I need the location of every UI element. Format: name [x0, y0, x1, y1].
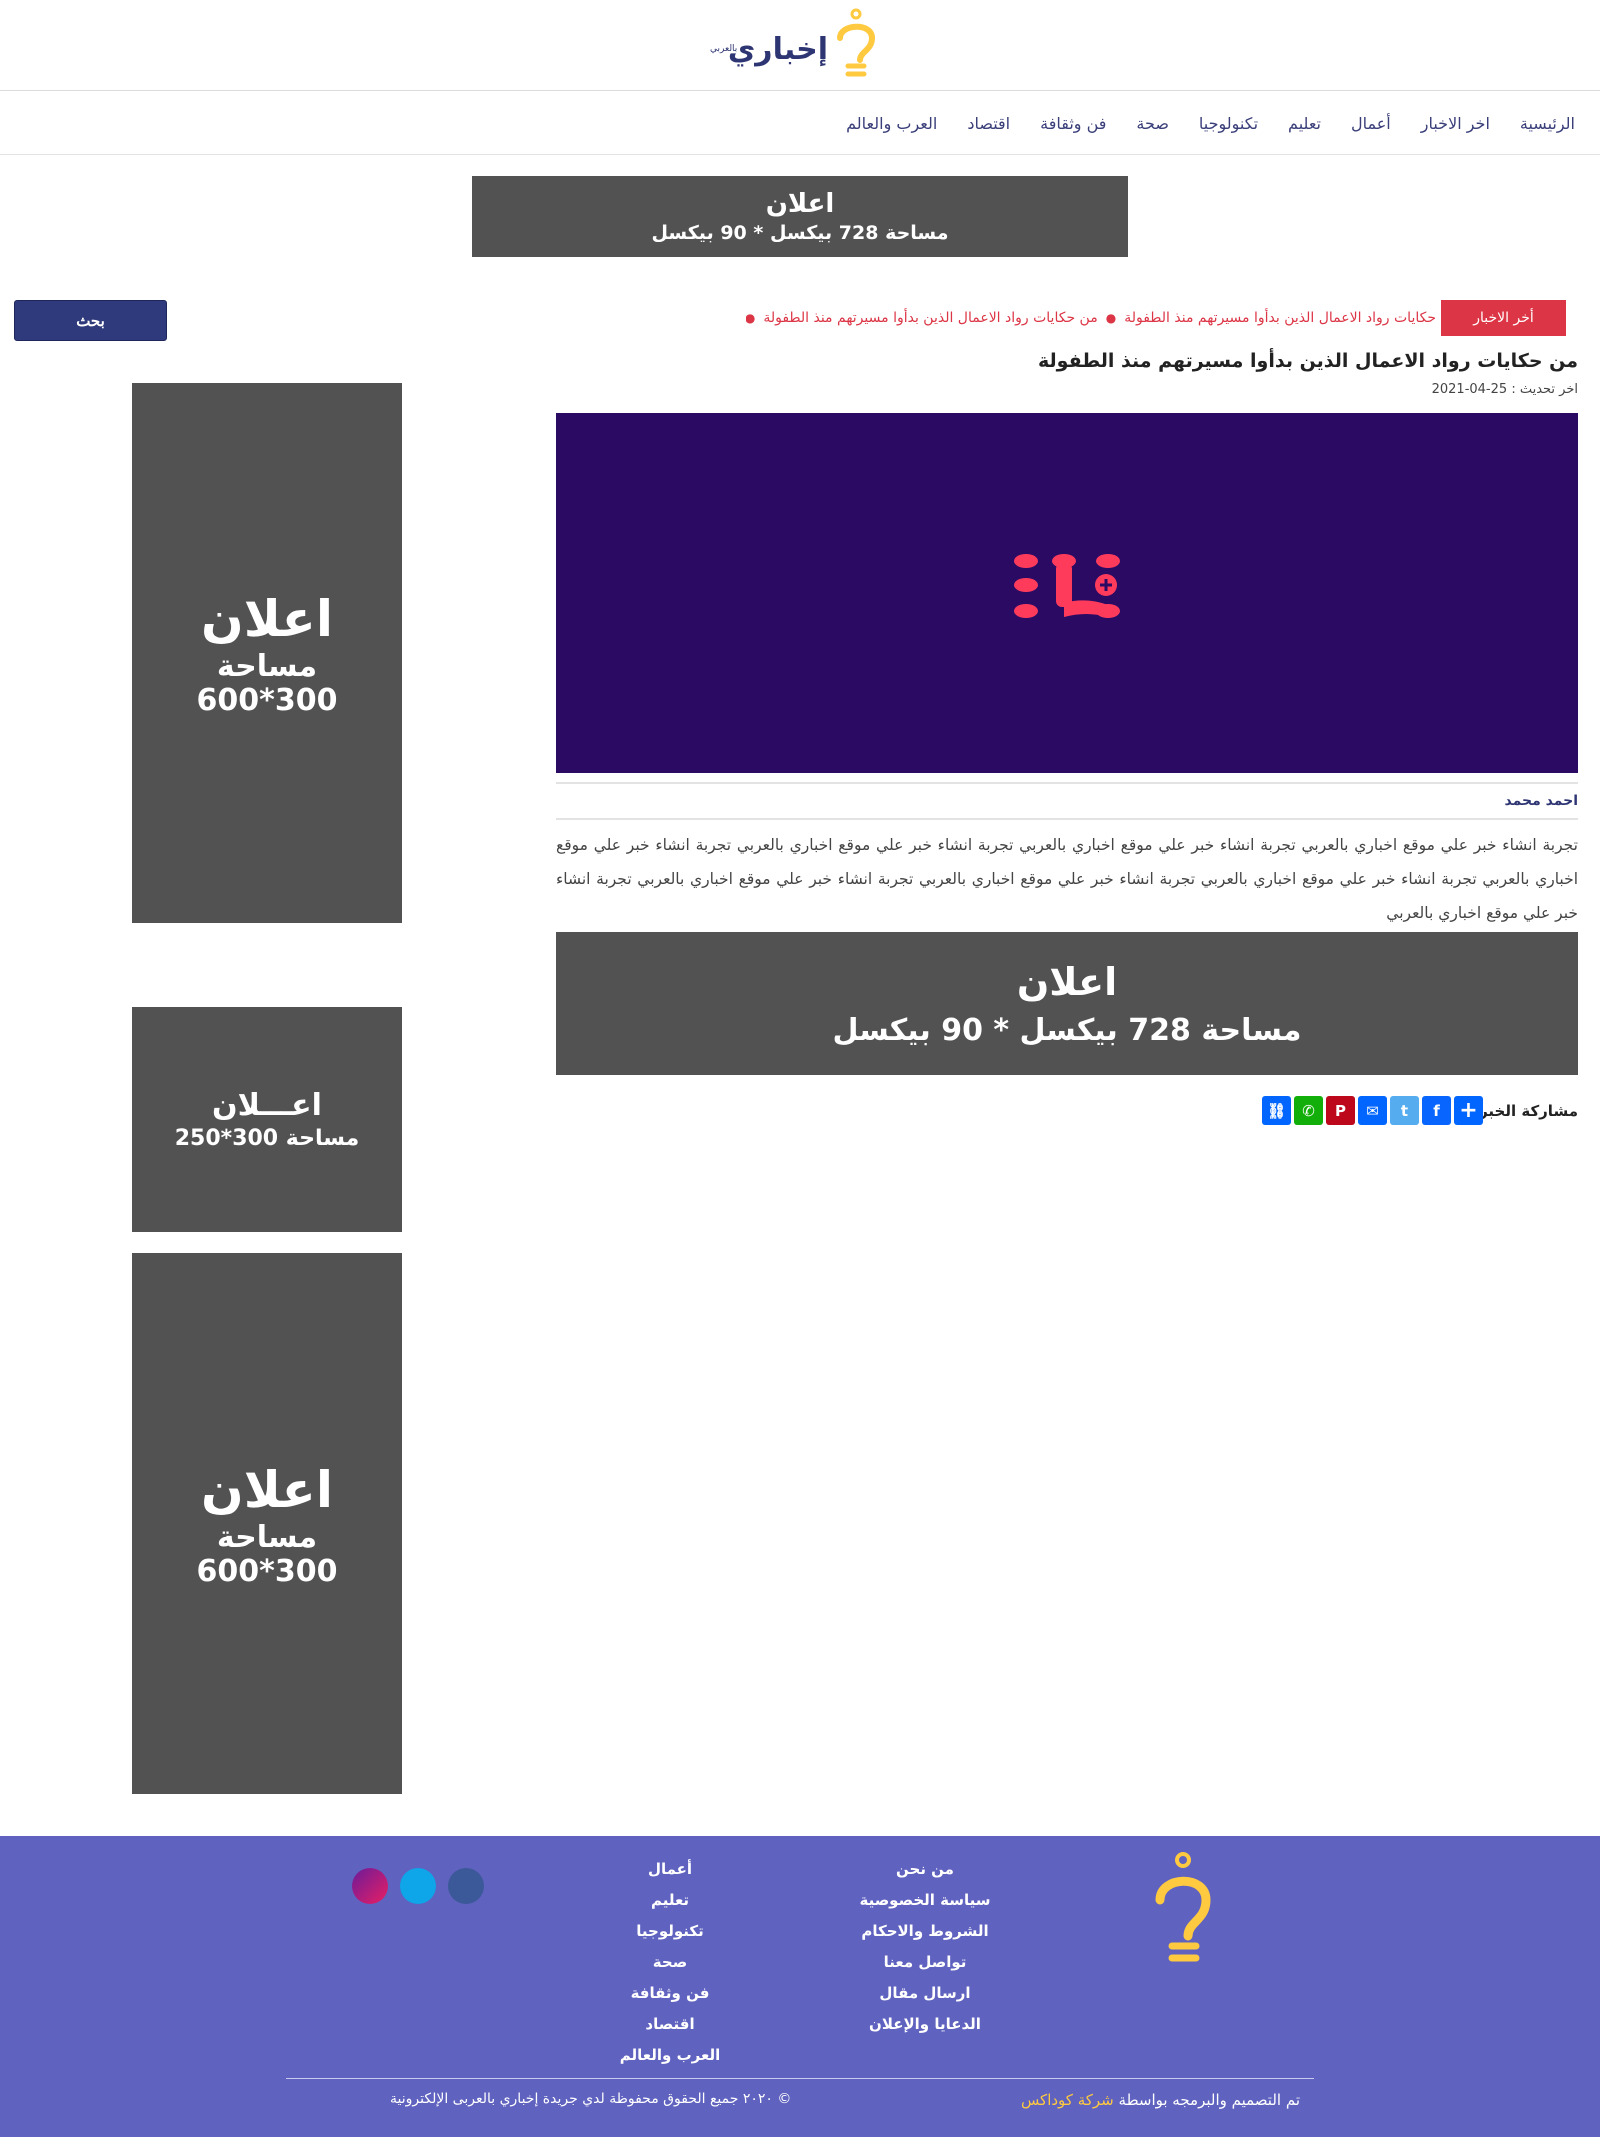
footer-link-submit-article[interactable]: ارسال مقال: [830, 1978, 1020, 2009]
ad-banner-middle[interactable]: اعلان مساحة 728 بيكسل * 90 بيكسل: [556, 932, 1578, 1075]
whatsapp-icon[interactable]: ✆: [1294, 1096, 1323, 1125]
author-bar: احمد محمد: [556, 782, 1578, 820]
ad-size: 600*300: [196, 683, 338, 718]
nav-item-economy[interactable]: اقتصاد: [952, 114, 1025, 133]
email-icon[interactable]: ✉: [1358, 1096, 1387, 1125]
twitter-icon[interactable]: t: [1390, 1096, 1419, 1125]
footer-link-privacy[interactable]: سياسة الخصوصية: [830, 1885, 1020, 1916]
news-ticker: أخر الاخبار حكايات رواد الاعمال الذين بد…: [745, 300, 1566, 336]
copy-link-icon[interactable]: ⛓: [1262, 1096, 1291, 1125]
footer-link-advertising[interactable]: الدعايا والإعلان: [830, 2009, 1020, 2040]
gamepad-logo-icon: [1014, 554, 1120, 618]
social-links: [352, 1868, 496, 1904]
article-date: اخر تحديث : 2021-04-25: [556, 381, 1578, 399]
credit-prefix: تم التصميم والبرمجه بواسطة: [1118, 2091, 1300, 2109]
nav-item-education[interactable]: تعليم: [1273, 114, 1336, 133]
ad-size: 600*300: [196, 1553, 338, 1589]
nav-item-technology[interactable]: تكنولوجيا: [1184, 114, 1273, 133]
instagram-icon[interactable]: [352, 1868, 388, 1904]
ticker-label: أخر الاخبار: [1441, 300, 1566, 336]
site-logo[interactable]: بالعربي إخباري: [710, 8, 880, 84]
share-label: مشاركة الخبر :: [1467, 1102, 1578, 1120]
ticker-item[interactable]: من حكايات رواد الاعمال الذين بدأوا مسيرت…: [763, 310, 1097, 326]
article-hero-image: [556, 413, 1578, 773]
ad-size: مساحة 728 بيكسل * 90 بيكسل: [832, 1012, 1302, 1048]
footer-link-education[interactable]: تعليم: [580, 1885, 760, 1916]
lightbulb-logo-icon: [1155, 1852, 1211, 1962]
more-share-icon[interactable]: +: [1454, 1096, 1483, 1125]
article-body: تجربة انشاء خبر علي موقع اخباري بالعربي …: [556, 836, 1578, 922]
footer-link-art-culture[interactable]: فن وثقافة: [580, 1978, 760, 2009]
nav-item-arab-world[interactable]: العرب والعالم: [831, 114, 952, 133]
date-value: 2021-04-25: [1431, 382, 1508, 397]
ad-sidebar-tall-2[interactable]: اعلان مساحة 600*300: [132, 1253, 402, 1794]
pinterest-icon[interactable]: P: [1326, 1096, 1355, 1125]
ticker-separator-icon: ●: [1105, 311, 1117, 325]
ad-title: اعلان: [201, 1460, 333, 1519]
ticker-items: حكايات رواد الاعمال الذين بدأوا مسيرتهم …: [746, 300, 1436, 336]
footer-links-categories: أعمال تعليم تكنولوجيا صحة فن وثقافة اقتص…: [580, 1854, 760, 2071]
footer-link-business[interactable]: أعمال: [580, 1854, 760, 1885]
footer-link-about[interactable]: من نحن: [830, 1854, 1020, 1885]
footer-link-technology[interactable]: تكنولوجيا: [580, 1916, 760, 1947]
footer-link-arab-world[interactable]: العرب والعالم: [580, 2040, 760, 2071]
article: من حكايات رواد الاعمال الذين بدأوا مسيرت…: [556, 345, 1578, 922]
logo-text: إخباري: [727, 32, 828, 67]
ticker-item[interactable]: حكايات رواد الاعمال الذين بدأوا مسيرتهم …: [1124, 310, 1436, 326]
ad-size-label: مساحة: [216, 649, 318, 684]
ad-sidebar-square[interactable]: اعـــلان مساحة 300*250: [132, 1007, 402, 1232]
article-title: من حكايات رواد الاعمال الذين بدأوا مسيرت…: [1038, 350, 1578, 372]
nav-item-home[interactable]: الرئيسية: [1505, 114, 1590, 133]
footer-links-pages: من نحن سياسة الخصوصية الشروط والاحكام تو…: [830, 1854, 1020, 2040]
footer-link-economy[interactable]: اقتصاد: [580, 2009, 760, 2040]
ad-size: مساحة 300*250: [174, 1125, 360, 1151]
facebook-icon[interactable]: f: [1422, 1096, 1451, 1125]
ad-title: اعلان: [1016, 959, 1118, 1004]
date-label: اخر تحديث :: [1511, 382, 1578, 397]
nav-item-latest-news[interactable]: اخر الاخبار: [1406, 114, 1505, 133]
footer-credit: تم التصميم والبرمجه بواسطة شركة كوداكس: [1021, 2091, 1300, 2109]
twitter-icon[interactable]: [400, 1868, 436, 1904]
ad-banner-top[interactable]: اعلان مساحة 728 بيكسل * 90 بيكسل: [472, 176, 1128, 257]
footer-link-contact[interactable]: تواصل معنا: [830, 1947, 1020, 1978]
share-bar: مشاركة الخبر : ⛓ ✆ P ✉ t f +: [1261, 1096, 1578, 1128]
site-header: بالعربي إخباري: [0, 0, 1600, 91]
site-footer: من نحن سياسة الخصوصية الشروط والاحكام تو…: [0, 1836, 1600, 2137]
ad-sidebar-tall-1[interactable]: اعلان مساحة 600*300: [132, 383, 402, 923]
nav-item-business[interactable]: أعمال: [1336, 114, 1406, 133]
footer-divider: [286, 2078, 1314, 2079]
ad-title: اعلان: [765, 188, 835, 219]
footer-link-health[interactable]: صحة: [580, 1947, 760, 1978]
author-name[interactable]: احمد محمد: [1505, 793, 1578, 809]
footer-link-terms[interactable]: الشروط والاحكام: [830, 1916, 1020, 1947]
credit-company-link[interactable]: شركة كوداكس: [1021, 2091, 1114, 2109]
footer-logo[interactable]: [1148, 1850, 1218, 1978]
nav-item-health[interactable]: صحة: [1121, 114, 1184, 133]
ad-title: اعلان: [201, 590, 333, 648]
ad-size-label: مساحة: [216, 1519, 318, 1555]
ticker-separator-icon: ●: [746, 311, 756, 325]
main-nav: الرئيسية اخر الاخبار أعمال تعليم تكنولوج…: [0, 91, 1600, 155]
ad-size: مساحة 728 بيكسل * 90 بيكسل: [651, 221, 949, 244]
facebook-icon[interactable]: [448, 1868, 484, 1904]
search-button[interactable]: بحث: [14, 300, 167, 341]
copyright-text: © ٢٠٢٠ جميع الحقوق محفوظة لدي جريدة إخبا…: [390, 2091, 792, 2107]
share-icons: ⛓ ✆ P ✉ t f +: [1259, 1096, 1483, 1125]
lightbulb-logo-icon: [837, 8, 876, 77]
ad-title: اعـــلان: [212, 1087, 322, 1123]
nav-item-art-culture[interactable]: فن وثقافة: [1025, 114, 1121, 133]
